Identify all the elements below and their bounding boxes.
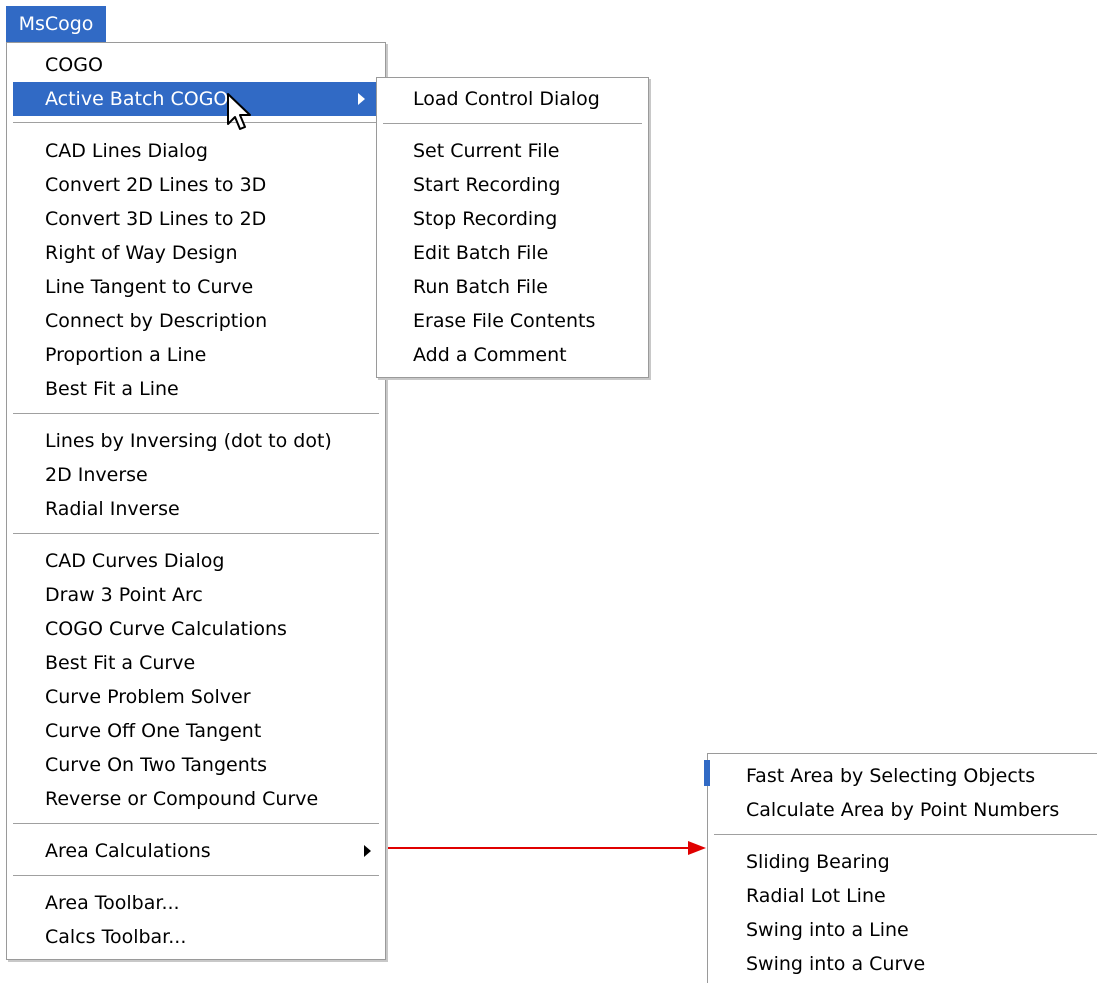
menu-item-radial-lot-line[interactable]: Radial Lot Line (708, 879, 1097, 913)
mscogo-menu: COGO Active Batch COGO CAD Lines Dialog … (6, 42, 386, 960)
menu-item-swing-into-a-curve[interactable]: Swing into a Curve (708, 947, 1097, 981)
menu-item-calculate-area-by-point-numbers[interactable]: Calculate Area by Point Numbers (708, 793, 1097, 827)
menu-item-draw-3-point-arc[interactable]: Draw 3 Point Arc (7, 578, 385, 612)
submenu-arrow-icon (358, 93, 365, 105)
menu-separator (714, 834, 1097, 836)
menu-item-add-a-comment[interactable]: Add a Comment (377, 338, 648, 372)
menu-item-proportion-a-line[interactable]: Proportion a Line (7, 338, 385, 372)
menu-item-label: Area Calculations (45, 840, 211, 862)
menu-item-area-toolbar[interactable]: Area Toolbar... (7, 886, 385, 920)
callout-arrow (388, 841, 706, 855)
active-batch-cogo-submenu: Load Control Dialog Set Current File Sta… (376, 77, 649, 378)
menu-separator (13, 823, 379, 825)
menu-item-cogo[interactable]: COGO (7, 48, 385, 82)
menu-item-set-current-file[interactable]: Set Current File (377, 134, 648, 168)
menu-item-best-fit-a-line[interactable]: Best Fit a Line (7, 372, 385, 406)
menu-item-curve-problem-solver[interactable]: Curve Problem Solver (7, 680, 385, 714)
menu-item-best-fit-a-curve[interactable]: Best Fit a Curve (7, 646, 385, 680)
menu-item-start-recording[interactable]: Start Recording (377, 168, 648, 202)
menu-item-erase-file-contents[interactable]: Erase File Contents (377, 304, 648, 338)
menu-item-convert-3d-to-2d[interactable]: Convert 3D Lines to 2D (7, 202, 385, 236)
menu-separator (13, 122, 379, 124)
menu-item-connect-by-description[interactable]: Connect by Description (7, 304, 385, 338)
menu-item-cad-lines-dialog[interactable]: CAD Lines Dialog (7, 134, 385, 168)
menu-item-convert-2d-to-3d[interactable]: Convert 2D Lines to 3D (7, 168, 385, 202)
menu-separator (13, 875, 379, 877)
menu-item-area-calculations[interactable]: Area Calculations (7, 834, 385, 868)
arrow-pointer-icon (227, 93, 251, 130)
menu-item-fast-area-by-selecting-objects[interactable]: Fast Area by Selecting Objects (708, 759, 1097, 793)
menu-item-run-batch-file[interactable]: Run Batch File (377, 270, 648, 304)
menu-separator (13, 413, 379, 415)
menu-item-lines-by-inversing[interactable]: Lines by Inversing (dot to dot) (7, 424, 385, 458)
menu-item-active-batch-cogo[interactable]: Active Batch COGO (13, 82, 379, 116)
menu-item-label: Active Batch COGO (45, 88, 229, 110)
menu-item-edit-batch-file[interactable]: Edit Batch File (377, 236, 648, 270)
menu-item-cogo-curve-calculations[interactable]: COGO Curve Calculations (7, 612, 385, 646)
menu-item-swing-into-a-line[interactable]: Swing into a Line (708, 913, 1097, 947)
menu-item-cad-curves-dialog[interactable]: CAD Curves Dialog (7, 544, 385, 578)
menu-item-calcs-toolbar[interactable]: Calcs Toolbar... (7, 920, 385, 954)
area-calculations-submenu: Fast Area by Selecting Objects Calculate… (704, 753, 1097, 983)
menu-item-curve-off-one-tangent[interactable]: Curve Off One Tangent (7, 714, 385, 748)
menu-separator (383, 123, 642, 125)
menu-item-curve-on-two-tangents[interactable]: Curve On Two Tangents (7, 748, 385, 782)
menu-item-stop-recording[interactable]: Stop Recording (377, 202, 648, 236)
menubar-mscogo[interactable]: MsCogo (6, 6, 106, 42)
menu-item-load-control-dialog[interactable]: Load Control Dialog (377, 82, 648, 116)
menu-item-radial-inverse[interactable]: Radial Inverse (7, 492, 385, 526)
menu-item-reverse-or-compound-curve[interactable]: Reverse or Compound Curve (7, 782, 385, 816)
menu-item-right-of-way-design[interactable]: Right of Way Design (7, 236, 385, 270)
menu-item-line-tangent-to-curve[interactable]: Line Tangent to Curve (7, 270, 385, 304)
submenu-arrow-icon (364, 845, 371, 857)
menu-separator (13, 533, 379, 535)
menu-item-sliding-bearing[interactable]: Sliding Bearing (708, 845, 1097, 879)
menu-item-2d-inverse[interactable]: 2D Inverse (7, 458, 385, 492)
